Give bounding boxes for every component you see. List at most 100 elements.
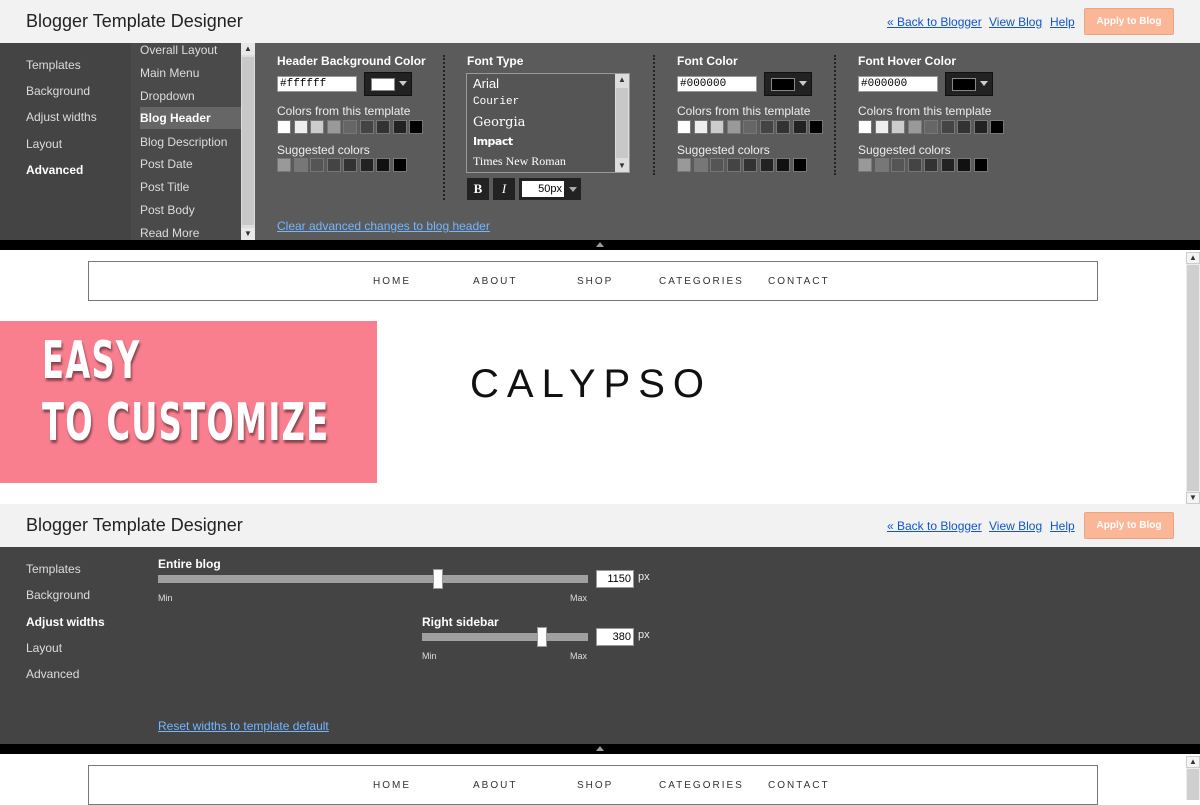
font-hover-hex-input[interactable]: #000000 [858,76,938,92]
color-swatch[interactable] [809,120,823,134]
scroll-down-arrow-icon[interactable]: ▼ [1186,492,1200,504]
color-swatch[interactable] [693,120,708,134]
scroll-down-arrow-icon[interactable]: ▼ [615,160,629,172]
nav-templates[interactable]: Templates [26,58,81,72]
color-swatch[interactable] [376,120,390,134]
scroll-up-arrow-icon[interactable]: ▲ [1186,756,1200,768]
color-swatch[interactable] [710,158,724,172]
color-swatch[interactable] [940,158,955,172]
scrollbar-thumb[interactable] [1187,265,1199,491]
subnav-read-more[interactable]: Read More [140,226,199,240]
nav-about[interactable]: ABOUT [473,276,517,287]
bold-button[interactable]: B [467,178,489,200]
font-option-arial[interactable]: Arial [473,76,499,91]
color-swatch[interactable] [759,120,774,134]
apply-to-blog-button[interactable]: Apply to Blog [1084,512,1174,539]
color-swatch[interactable] [891,120,905,134]
nav-home[interactable]: HOME [373,780,411,791]
color-swatch[interactable] [677,158,691,172]
header-bg-hex-input[interactable]: #ffffff [277,76,357,92]
subnav-post-body[interactable]: Post Body [140,203,195,217]
help-link[interactable]: Help [1050,15,1075,29]
color-swatch[interactable] [957,158,971,172]
scroll-up-arrow-icon[interactable]: ▲ [615,74,629,86]
nav-adjust-widths[interactable]: Adjust widths [26,615,105,629]
header-bg-color-picker[interactable] [364,72,412,96]
panel-divider-bar[interactable] [0,744,1200,754]
font-color-picker[interactable] [764,72,812,96]
collapse-arrow-icon[interactable] [596,746,604,751]
color-swatch[interactable] [359,158,374,172]
color-swatch[interactable] [924,120,938,134]
back-to-blogger-link[interactable]: « Back to Blogger [887,519,982,533]
subnav-scrollbar[interactable]: ▲ ▼ [241,43,255,240]
font-option-impact[interactable]: Impact [473,135,513,148]
nav-adjust-widths[interactable]: Adjust widths [26,110,97,124]
color-swatch[interactable] [326,158,341,172]
nav-advanced[interactable]: Advanced [26,667,79,681]
nav-shop[interactable]: SHOP [577,780,613,791]
color-swatch[interactable] [726,120,741,134]
subnav-blog-description[interactable]: Blog Description [140,135,227,149]
nav-categories[interactable]: CATEGORIES [659,780,744,791]
font-option-courier[interactable]: Courier [473,96,519,108]
scroll-up-arrow-icon[interactable]: ▲ [1186,252,1200,264]
back-to-blogger-link[interactable]: « Back to Blogger [887,15,982,29]
color-swatch[interactable] [776,158,790,172]
color-swatch[interactable] [858,120,872,134]
scrollbar-thumb[interactable] [616,88,628,158]
font-option-georgia[interactable]: Georgia [473,115,525,130]
entire-blog-width-input[interactable]: 1150 [596,570,634,588]
subnav-post-date[interactable]: Post Date [140,157,193,171]
font-option-times-new-roman[interactable]: Times New Roman [473,154,566,169]
scrollbar-thumb[interactable] [1187,769,1199,800]
color-swatch[interactable] [792,158,807,172]
color-swatch[interactable] [891,158,905,172]
color-swatch[interactable] [277,158,291,172]
apply-to-blog-button[interactable]: Apply to Blog [1084,8,1174,35]
color-swatch[interactable] [907,120,922,134]
color-swatch[interactable] [973,158,988,172]
color-swatch[interactable] [973,120,988,134]
nav-categories[interactable]: CATEGORIES [659,276,744,287]
color-swatch[interactable] [677,120,691,134]
subnav-main-menu[interactable]: Main Menu [140,66,199,80]
subnav-post-title[interactable]: Post Title [140,180,189,194]
color-swatch[interactable] [990,120,1004,134]
color-swatch[interactable] [277,120,291,134]
nav-templates[interactable]: Templates [26,562,81,576]
view-blog-link[interactable]: View Blog [989,15,1042,29]
help-link[interactable]: Help [1050,519,1075,533]
preview-scrollbar[interactable]: ▲ ▼ [1186,252,1200,504]
color-swatch[interactable] [924,158,938,172]
entire-blog-slider[interactable] [158,575,588,583]
color-swatch[interactable] [293,158,308,172]
nav-background[interactable]: Background [26,84,90,98]
color-swatch[interactable] [743,120,757,134]
scroll-up-arrow-icon[interactable]: ▲ [241,43,255,55]
subnav-dropdown[interactable]: Dropdown [140,89,195,103]
color-swatch[interactable] [743,158,757,172]
color-swatch[interactable] [310,158,324,172]
italic-button[interactable]: I [493,178,515,200]
nav-contact[interactable]: CONTACT [768,780,830,791]
color-swatch[interactable] [310,120,324,134]
color-swatch[interactable] [326,120,341,134]
color-swatch[interactable] [343,120,357,134]
clear-advanced-changes-link[interactable]: Clear advanced changes to blog header [277,219,490,233]
subnav-blog-header[interactable]: Blog Header [140,111,211,125]
color-swatch[interactable] [759,158,774,172]
right-sidebar-width-input[interactable]: 380 [596,628,634,646]
view-blog-link[interactable]: View Blog [989,519,1042,533]
color-swatch[interactable] [726,158,741,172]
right-sidebar-slider-handle[interactable] [536,627,547,647]
panel-divider-bar[interactable] [0,240,1200,250]
nav-advanced[interactable]: Advanced [26,163,83,177]
color-swatch[interactable] [776,120,790,134]
font-hover-color-picker[interactable] [945,72,993,96]
entire-blog-slider-handle[interactable] [432,569,443,589]
color-swatch[interactable] [359,120,374,134]
nav-home[interactable]: HOME [373,276,411,287]
color-swatch[interactable] [874,120,889,134]
color-swatch[interactable] [376,158,390,172]
